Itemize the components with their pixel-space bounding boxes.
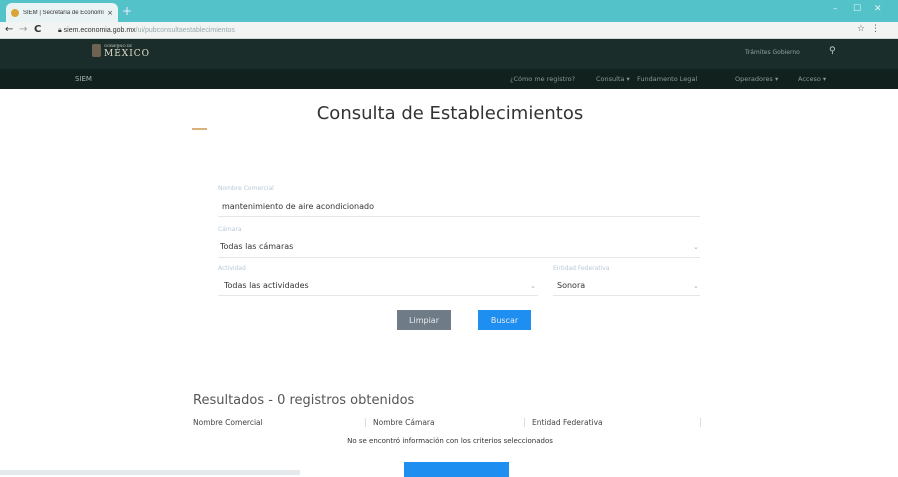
nav-item-acceso[interactable]: Acceso ▾: [798, 75, 826, 83]
site-brand[interactable]: SIEM: [75, 75, 92, 83]
logo-mexico[interactable]: MÉXICO: [104, 49, 150, 59]
entidad-underline: [553, 295, 700, 296]
camara-underline: [218, 257, 700, 258]
address-bar: ← → C 🔒︎ siem.economia.gob.mx/ui/pubcons…: [0, 22, 898, 39]
page-title: Consulta de Establecimientos: [316, 103, 584, 124]
close-window-button[interactable]: ✕: [874, 4, 882, 14]
column-divider: [524, 418, 525, 427]
nombre-comercial-underline: [218, 216, 700, 217]
nav-item-operadores[interactable]: Operadores ▾: [735, 75, 778, 83]
limpiar-button[interactable]: Limpiar: [397, 310, 451, 330]
nombre-comercial-input[interactable]: mantenimiento de aire acondicionado: [222, 202, 374, 211]
search-icon[interactable]: ⚲: [829, 46, 836, 56]
forward-button[interactable]: →: [19, 23, 27, 37]
actividad-chevron-down-icon[interactable]: ⌄: [530, 282, 536, 290]
camara-select[interactable]: Todas las cámaras: [220, 242, 293, 251]
camara-label: Cámara: [218, 226, 242, 233]
nav-item-fundamento[interactable]: Fundamento Legal: [637, 75, 697, 83]
results-title: Resultados - 0 registros obtenidos: [193, 393, 415, 408]
bottom-scrollbar[interactable]: [0, 470, 300, 475]
extension-icons[interactable]: ☆⋮: [857, 24, 886, 34]
column-header-nombre-comercial[interactable]: Nombre Comercial: [193, 418, 263, 427]
nav-item-consulta[interactable]: Consulta ▾: [596, 75, 630, 83]
actividad-label: Actividad: [218, 265, 246, 272]
actividad-underline: [218, 295, 538, 296]
column-header-entidad[interactable]: Entidad Federativa: [532, 418, 603, 427]
buscar-button[interactable]: Buscar: [478, 310, 531, 330]
column-header-nombre-camara[interactable]: Nombre Cámara: [373, 418, 435, 427]
tab-close-icon[interactable]: ×: [107, 9, 113, 17]
back-button[interactable]: ←: [5, 23, 13, 37]
nav-item-registro[interactable]: ¿Cómo me registro?: [510, 75, 575, 83]
empty-results-message: No se encontró información con los crite…: [347, 437, 553, 445]
gob-emblem-icon: [92, 44, 101, 57]
entidad-chevron-down-icon[interactable]: ⌄: [693, 282, 699, 290]
bottom-action-button[interactable]: [404, 462, 509, 477]
column-divider: [365, 418, 366, 427]
url-host: siem.economia.gob.mx: [63, 27, 136, 34]
logo-caption: GOBIERNO DE: [104, 43, 133, 48]
browser-tab[interactable]: SIEM | Secretaría de Economía ×: [6, 3, 118, 22]
browser-tab-bar: SIEM | Secretaría de Economía × + – ☐ ✕: [0, 0, 898, 22]
reload-button[interactable]: C: [34, 23, 41, 37]
maximize-button[interactable]: ☐: [853, 4, 861, 14]
tab-title: SIEM | Secretaría de Economía: [23, 9, 105, 16]
favicon-icon: [11, 8, 19, 17]
actividad-select[interactable]: Todas las actividades: [224, 281, 309, 290]
nombre-comercial-label: Nombre Comercial: [218, 185, 274, 192]
title-accent-bar: [192, 128, 207, 130]
column-divider: [700, 418, 701, 427]
entidad-select[interactable]: Sonora: [557, 281, 585, 290]
url-path: /ui/pubconsultaestablecimientos: [135, 27, 235, 34]
camara-chevron-down-icon[interactable]: ⌄: [693, 243, 699, 251]
entidad-label: Entidad Federativa: [553, 265, 610, 272]
url-field[interactable]: 🔒︎ siem.economia.gob.mx/ui/pubconsultaes…: [58, 25, 778, 36]
minimize-button[interactable]: –: [833, 4, 838, 14]
new-tab-button[interactable]: +: [122, 4, 132, 18]
gob-header-links[interactable]: Trámites Gobierno: [745, 49, 800, 56]
